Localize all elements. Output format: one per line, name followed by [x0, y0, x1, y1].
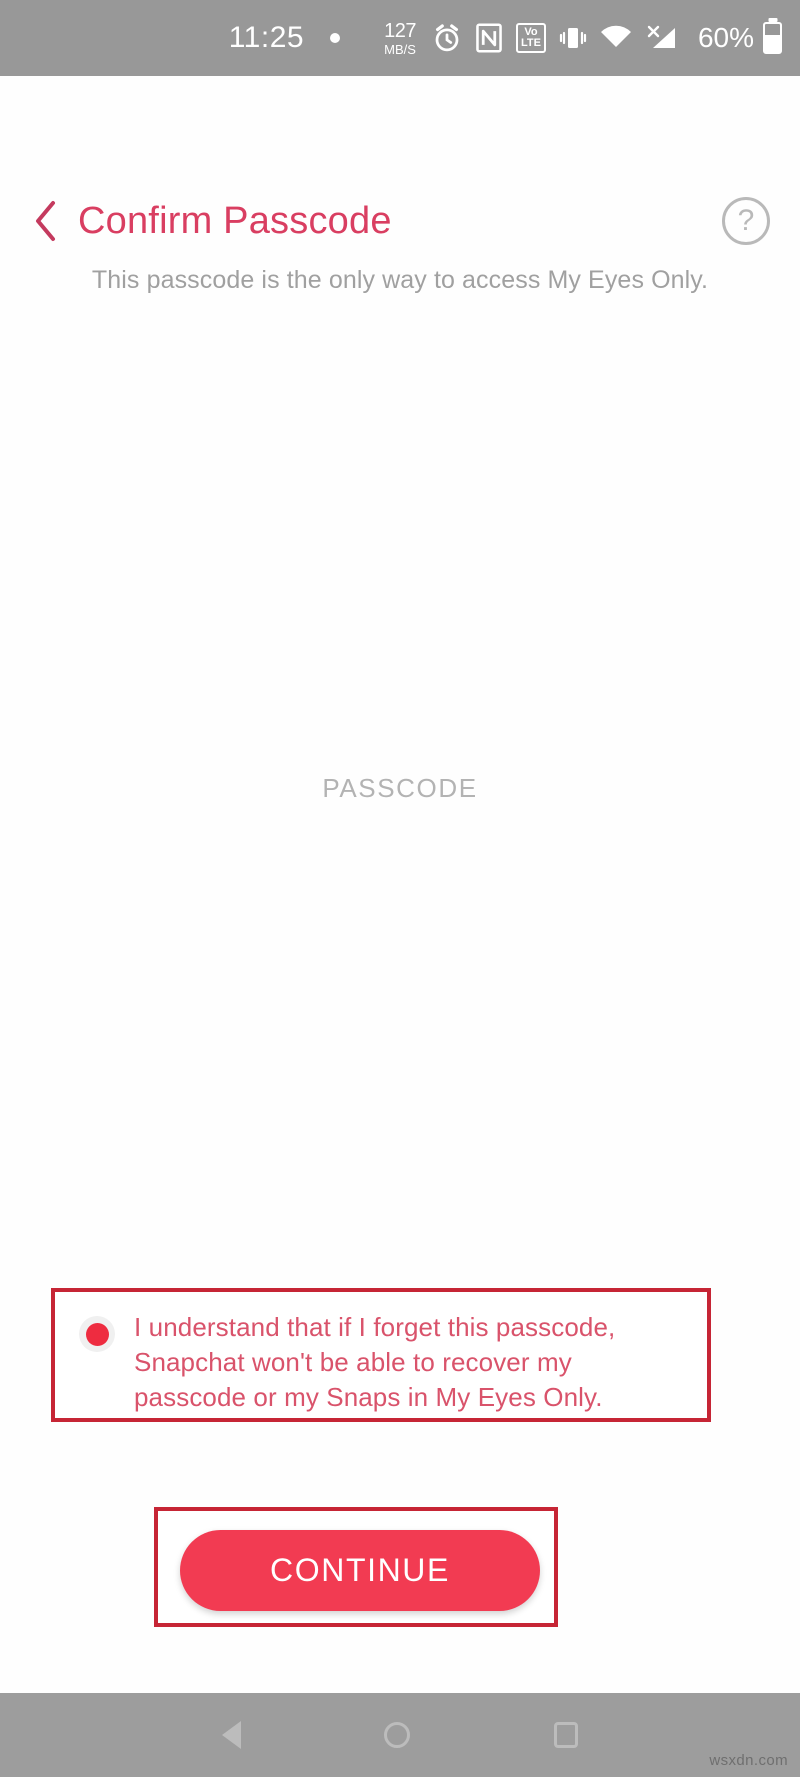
passcode-input-placeholder: PASSCODE	[322, 773, 478, 803]
chevron-left-icon	[36, 201, 55, 241]
cellular-signal-icon	[645, 22, 679, 54]
watermark-label: wsxdn.com	[709, 1752, 788, 1769]
volte-icon: Vo LTE	[515, 23, 546, 53]
wifi-icon	[600, 23, 632, 53]
screen-header: Confirm Passcode ?	[0, 186, 800, 256]
screen-subtitle: This passcode is the only way to access …	[91, 266, 709, 294]
status-bar: 11:25 127 MB/S Vo LTE 60%	[0, 0, 800, 76]
android-navigation-bar: wsxdn.com	[0, 1693, 800, 1777]
back-button[interactable]	[26, 201, 66, 241]
alarm-icon	[432, 23, 462, 53]
app-screen: Confirm Passcode ? This passcode is the …	[0, 76, 800, 1693]
nav-back-icon[interactable]	[221, 1721, 241, 1749]
status-bar-clock: 11:25	[228, 21, 305, 54]
data-speed-unit: MB/S	[384, 41, 416, 57]
consent-checkbox-row[interactable]: I understand that if I forget this passc…	[55, 1292, 707, 1418]
continue-button[interactable]: CONTINUE	[180, 1530, 540, 1611]
annotation-box-consent: I understand that if I forget this passc…	[51, 1288, 711, 1422]
vibrate-icon	[559, 23, 587, 53]
data-speed-indicator: 127 MB/S	[384, 21, 416, 56]
data-speed-value: 127	[384, 19, 416, 42]
consent-radio-button[interactable]	[79, 1316, 115, 1352]
consent-radio-dot-icon	[85, 1322, 109, 1346]
passcode-input-container[interactable]: PASSCODE	[0, 773, 800, 804]
volte-bottom-label: LTE	[520, 37, 541, 49]
nfc-icon	[475, 23, 503, 53]
battery-icon	[763, 22, 782, 54]
help-icon[interactable]: ?	[722, 197, 770, 245]
nav-home-icon[interactable]	[384, 1722, 411, 1748]
annotation-box-continue: CONTINUE	[154, 1507, 558, 1627]
notification-dot-icon	[330, 33, 341, 43]
consent-label: I understand that if I forget this passc…	[134, 1312, 616, 1412]
battery-percent-label: 60%	[697, 22, 754, 53]
nav-recents-icon[interactable]	[554, 1722, 579, 1748]
page-title: Confirm Passcode	[78, 199, 392, 242]
